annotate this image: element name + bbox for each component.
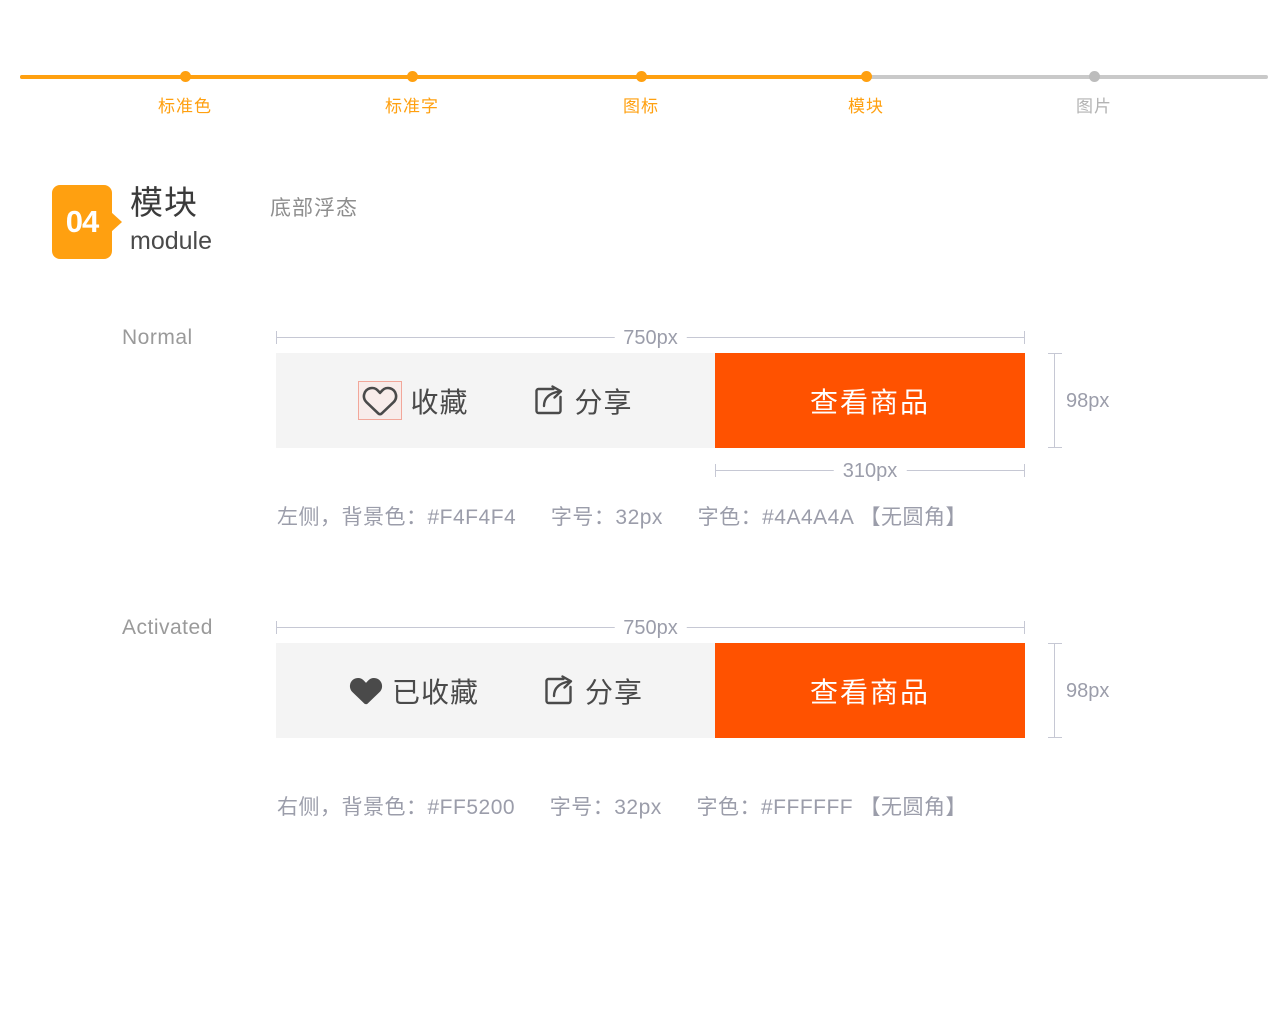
dimension-cap-bottom (1048, 737, 1062, 738)
state-label: Activated (122, 616, 213, 639)
section-number-badge: 04 (52, 185, 122, 259)
section-title-en: module (130, 227, 212, 255)
dimension-cap-left (715, 464, 716, 477)
dimension-bar-height: 98px (1046, 353, 1110, 448)
stepper-step-tubiao[interactable]: 图标 (561, 58, 721, 118)
dimension-height-text: 98px (1066, 385, 1110, 416)
badge-arrow-icon (111, 212, 122, 232)
share-action[interactable]: 分享 (541, 671, 643, 711)
view-product-button[interactable]: 查看商品 (715, 643, 1025, 738)
state-label: Normal (122, 326, 193, 349)
progress-stepper: 标准色 标准字 图标 模块 图片 (0, 58, 1280, 128)
state-caption: 左侧，背景色：#F4F4F4 字号：32px 字色：#4A4A4A 【无圆角】 (277, 501, 967, 531)
bar-left-actions: 已收藏 分享 (276, 643, 715, 738)
dimension-cap-right (1024, 464, 1025, 477)
share-box-arrow-icon (531, 383, 567, 419)
dimension-line (1054, 353, 1055, 448)
favorite-action[interactable]: 收藏 (358, 381, 468, 421)
share-action[interactable]: 分享 (531, 381, 633, 421)
share-label: 分享 (585, 676, 644, 708)
dimension-cap-top (1048, 353, 1062, 354)
caption-size: 字号：32px (549, 796, 662, 819)
stepper-step-biaozhunse[interactable]: 标准色 (105, 58, 265, 118)
bar-left-actions: 收藏 分享 (276, 353, 715, 448)
stepper-dot-icon (406, 71, 418, 82)
caption-bg: 右侧，背景色：#FF5200 (277, 796, 516, 819)
bottom-action-bar: 收藏 分享 查看商品 (276, 353, 1025, 448)
section-title-cn: 模块 (130, 184, 198, 221)
bottom-action-bar: 已收藏 分享 查看商品 (276, 643, 1025, 738)
stepper-step-label: 图标 (623, 97, 659, 116)
favorite-label: 已收藏 (391, 676, 479, 708)
section-title-block: 模块 module (130, 182, 212, 256)
favorite-label: 收藏 (410, 386, 469, 418)
dimension-cap-top (1048, 643, 1062, 644)
dimension-bar-width: 750px (276, 326, 1025, 350)
dimension-bar-width: 750px (276, 616, 1025, 640)
favorite-action[interactable]: 已收藏 (348, 671, 479, 711)
stepper-dot-icon (635, 71, 647, 82)
stepper-step-label: 图片 (1076, 97, 1112, 116)
dimension-cap-left (276, 331, 277, 344)
dimension-cap-bottom (1048, 447, 1062, 448)
dimension-height-text: 98px (1066, 675, 1110, 706)
dimension-line (1054, 643, 1055, 738)
heart-outline-icon (358, 381, 403, 420)
stepper-dot-icon (1088, 71, 1100, 82)
caption-color: 字色：#FFFFFF 【无圆角】 (696, 796, 967, 819)
section-subtitle: 底部浮态 (270, 197, 358, 220)
dimension-cap-left (276, 621, 277, 634)
stepper-step-label: 模块 (848, 97, 884, 116)
stepper-step-mokuai[interactable]: 模块 (786, 58, 946, 118)
stepper-step-label: 标准色 (158, 97, 212, 116)
section-number: 04 (52, 185, 112, 259)
share-label: 分享 (574, 386, 633, 418)
dimension-bar-height: 98px (1046, 643, 1110, 738)
dimension-cap-right (1024, 331, 1025, 344)
share-box-arrow-icon (541, 673, 577, 709)
stepper-dot-icon (179, 71, 191, 82)
state-caption: 右侧，背景色：#FF5200 字号：32px 字色：#FFFFFF 【无圆角】 (277, 791, 967, 821)
dimension-width-text: 750px (614, 326, 687, 350)
dimension-width-text: 750px (614, 616, 687, 640)
dimension-cta-text: 310px (833, 459, 907, 483)
heart-filled-icon (348, 674, 384, 707)
view-product-button[interactable]: 查看商品 (715, 353, 1025, 448)
caption-color: 字色：#4A4A4A 【无圆角】 (697, 506, 968, 529)
stepper-step-label: 标准字 (385, 97, 439, 116)
caption-size: 字号：32px (550, 506, 663, 529)
stepper-step-biaozhunzi[interactable]: 标准字 (332, 58, 492, 118)
dimension-cap-right (1024, 621, 1025, 634)
stepper-dot-icon (860, 71, 872, 82)
stepper-step-tupian[interactable]: 图片 (1014, 58, 1174, 118)
caption-bg: 左侧，背景色：#F4F4F4 (277, 506, 517, 529)
dimension-cta-width: 310px (715, 459, 1025, 483)
